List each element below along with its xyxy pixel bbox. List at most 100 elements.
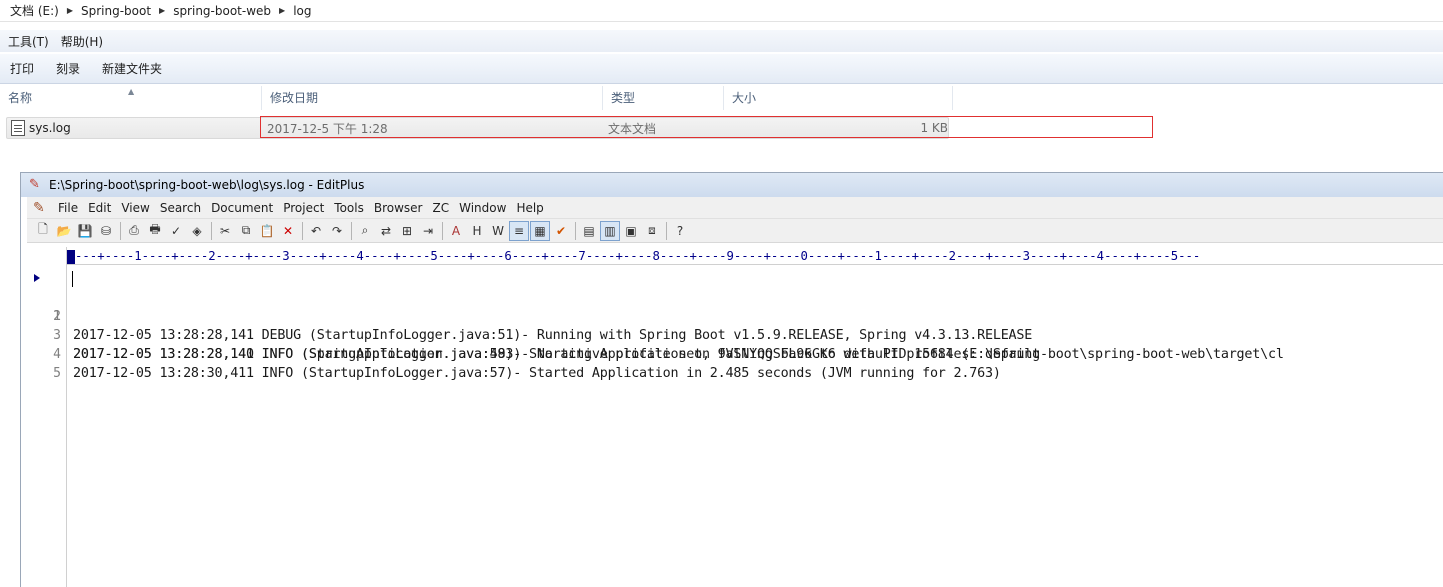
print-button[interactable]: 打印: [4, 60, 40, 77]
line-text[interactable]: 2017-12-05 13:28:30,411 INFO (StartupInf…: [73, 364, 1001, 383]
editor-line[interactable]: 5: [27, 345, 1443, 381]
editplus-app-icon: ✎: [29, 177, 40, 192]
menu-zc[interactable]: ZC: [428, 201, 455, 215]
editor-line[interactable]: 3 2017-12-05 13:28:28,141 INFO (SpringAp…: [27, 307, 1443, 362]
file-modified: 2017-12-5 下午 1:28: [267, 121, 388, 136]
column-select-icon[interactable]: ▦: [530, 220, 550, 241]
paste-icon[interactable]: 📋: [257, 221, 277, 241]
check-icon[interactable]: ✔: [551, 221, 571, 241]
file-row[interactable]: sys.log 2017-12-5 下午 1:28 文本文档 1 KB: [6, 117, 949, 139]
ruler-text: ---+----1----+----2----+----3----+----4-…: [75, 249, 1201, 263]
ruler-caret-marker: [67, 249, 75, 264]
menu-tools[interactable]: 工具(T): [4, 33, 53, 50]
menu-window[interactable]: Window: [454, 201, 511, 215]
column-ruler: ---+----1----+----2----+----3----+----4-…: [67, 247, 1443, 265]
text-cursor: [72, 271, 73, 287]
breadcrumb-drive[interactable]: 文档 (E:): [6, 2, 63, 19]
column-headers: ▲ 名称 修改日期 类型 大小: [0, 86, 955, 110]
breadcrumb-log[interactable]: log: [289, 4, 315, 18]
save-all-icon[interactable]: ⛁: [96, 221, 116, 241]
menu-view[interactable]: View: [116, 201, 154, 215]
print-preview-icon[interactable]: ⎙: [124, 221, 144, 241]
word-wrap-icon[interactable]: W: [488, 221, 508, 241]
font-icon[interactable]: A: [446, 221, 466, 241]
toolbar-divider: [351, 221, 352, 240]
undo-icon[interactable]: ↶: [306, 221, 326, 241]
print-icon[interactable]: 🖶: [145, 221, 165, 241]
burn-button[interactable]: 刻录: [50, 60, 86, 77]
toggle-pane-icon[interactable]: ▤: [579, 221, 599, 241]
column-name-label: 名称: [8, 91, 33, 105]
browser-preview-icon[interactable]: ◈: [187, 221, 207, 241]
menu-help[interactable]: Help: [511, 201, 548, 215]
help-icon[interactable]: ?: [670, 221, 690, 241]
redo-icon[interactable]: ↷: [327, 221, 347, 241]
menu-help[interactable]: 帮助(H): [57, 33, 107, 50]
breadcrumb-spring-boot[interactable]: Spring-boot: [77, 4, 155, 18]
editplus-title-bar[interactable]: ✎ E:\Spring-boot\spring-boot-web\log\sys…: [21, 173, 1443, 197]
text-file-icon: [11, 120, 25, 136]
editor-area[interactable]: ---+----1----+----2----+----3----+----4-…: [27, 247, 1443, 587]
column-name[interactable]: ▲ 名称: [0, 86, 262, 110]
file-size: 1 KB: [920, 121, 948, 135]
explorer-command-bar: 打印 刻录 新建文件夹: [0, 54, 1443, 84]
save-icon[interactable]: 💾: [75, 221, 95, 241]
delete-icon[interactable]: ✕: [278, 221, 298, 241]
chevron-right-icon[interactable]: ▶: [155, 6, 169, 15]
column-modified[interactable]: 修改日期: [262, 86, 603, 110]
new-file-icon[interactable]: 🗋: [33, 221, 53, 241]
menu-document[interactable]: Document: [206, 201, 278, 215]
editor-line[interactable]: 4 2017-12-05 13:28:30,411 INFO (StartupI…: [27, 326, 1443, 381]
chevron-right-icon[interactable]: ▶: [275, 6, 289, 15]
toolbar-divider: [575, 221, 576, 240]
address-bar[interactable]: 文档 (E:) ▶ Spring-boot ▶ spring-boot-web …: [0, 0, 1443, 22]
sidebar-icon[interactable]: ▥: [600, 220, 620, 241]
document-icon[interactable]: ✎: [33, 200, 49, 216]
current-line-marker-icon: [34, 274, 40, 282]
menu-search[interactable]: Search: [155, 201, 206, 215]
editor-line[interactable]: 2 2017-12-05 13:28:28,141 DEBUG (Startup…: [27, 288, 1443, 343]
file-type: 文本文档: [608, 121, 657, 136]
column-size[interactable]: 大小: [724, 86, 953, 110]
replace-icon[interactable]: ⇄: [376, 221, 396, 241]
spellcheck-icon[interactable]: ✓: [166, 221, 186, 241]
column-type[interactable]: 类型: [603, 86, 724, 110]
column-size-label: 大小: [732, 91, 757, 105]
menu-tools[interactable]: Tools: [329, 201, 369, 215]
find-in-files-icon[interactable]: ⊞: [397, 221, 417, 241]
new-folder-button[interactable]: 新建文件夹: [96, 60, 168, 77]
column-modified-label: 修改日期: [270, 91, 319, 105]
file-explorer-window: 文档 (E:) ▶ Spring-boot ▶ spring-boot-web …: [0, 0, 1443, 170]
open-folder-icon[interactable]: 📂: [54, 221, 74, 241]
find-icon[interactable]: ⌕: [355, 221, 375, 241]
column-type-label: 类型: [611, 91, 636, 105]
editplus-menu-bar: ✎ File Edit View Search Document Project…: [27, 197, 1443, 219]
toolbar-divider: [302, 221, 303, 240]
goto-line-icon[interactable]: ⇥: [418, 221, 438, 241]
fullscreen-icon[interactable]: ⧈: [642, 221, 662, 241]
sort-ascending-icon: ▲: [128, 87, 135, 96]
chevron-right-icon[interactable]: ▶: [63, 6, 77, 15]
toolbar-divider: [211, 221, 212, 240]
breadcrumb-spring-boot-web[interactable]: spring-boot-web: [169, 4, 275, 18]
editplus-window: ✎ E:\Spring-boot\spring-boot-web\log\sys…: [20, 172, 1443, 587]
menu-project[interactable]: Project: [278, 201, 329, 215]
menu-browser[interactable]: Browser: [369, 201, 428, 215]
menu-file[interactable]: File: [53, 201, 83, 215]
cut-icon[interactable]: ✂: [215, 221, 235, 241]
explorer-menu-bar: 工具(T) 帮助(H): [0, 30, 1443, 52]
toolbar-divider: [442, 221, 443, 240]
editplus-toolbar: 🗋 📂 💾 ⛁ ⎙ 🖶 ✓ ◈ ✂ ⧉ 📋 ✕ ↶ ↷ ⌕ ⇄ ⊞ ⇥ A H …: [27, 219, 1443, 243]
heading-icon[interactable]: H: [467, 221, 487, 241]
file-name: sys.log: [29, 121, 71, 135]
indent-icon[interactable]: ≡: [509, 220, 529, 241]
output-window-icon[interactable]: ▣: [621, 221, 641, 241]
editor-line[interactable]: 1 2017-12-05 13:28:28,140 INFO (StartupI…: [27, 269, 1443, 362]
line-number: 5: [53, 366, 61, 381]
menu-edit[interactable]: Edit: [83, 201, 116, 215]
toolbar-divider: [666, 221, 667, 240]
editor-lines[interactable]: 1 2017-12-05 13:28:28,140 INFO (StartupI…: [27, 269, 1443, 381]
copy-icon[interactable]: ⧉: [236, 221, 256, 241]
window-title: E:\Spring-boot\spring-boot-web\log\sys.l…: [49, 178, 365, 192]
toolbar-divider: [120, 221, 121, 240]
